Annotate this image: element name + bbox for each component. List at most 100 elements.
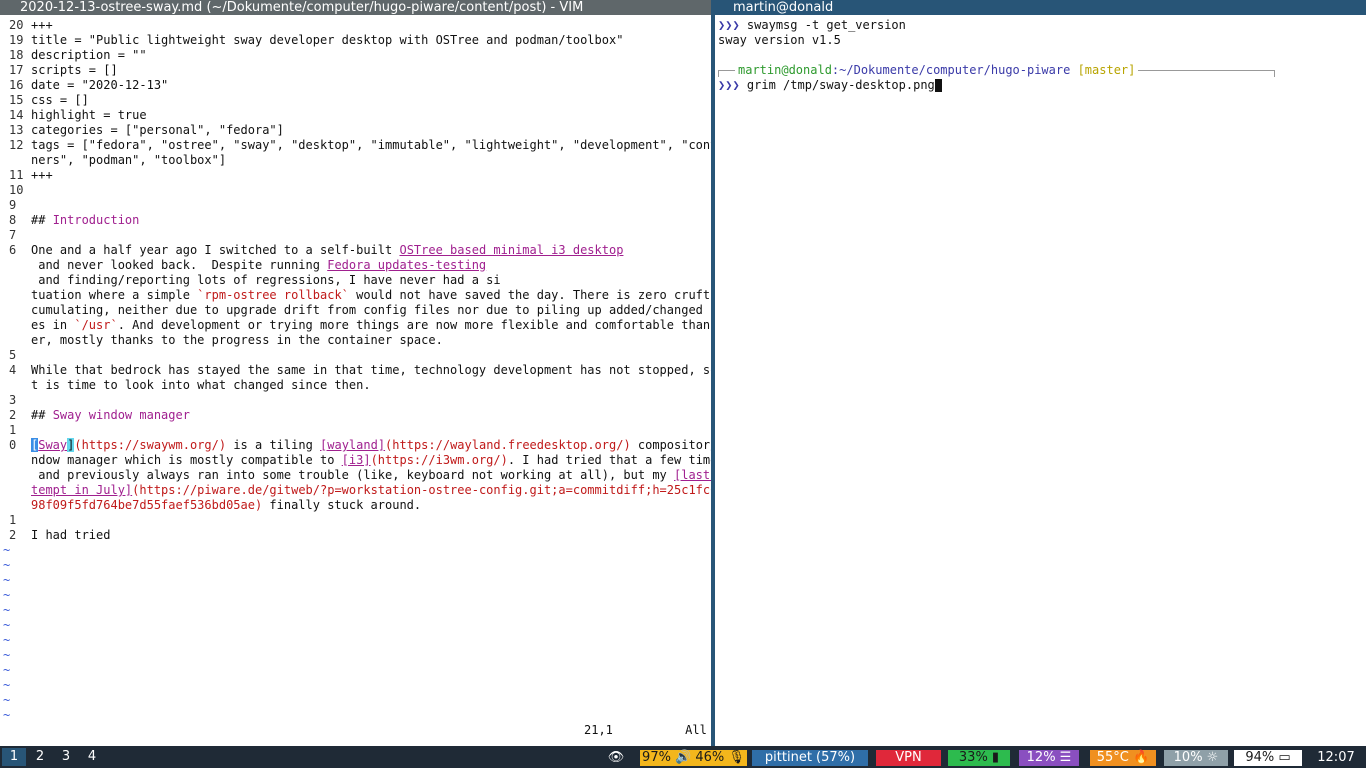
line-text: One and a half year ago I switched to a … (31, 243, 400, 257)
vim-line[interactable]: and never looked back. Despite running F… (0, 258, 486, 273)
terminal-output: sway version v1.5 (718, 33, 841, 47)
display-status-block[interactable]: 94% ▭ (1234, 750, 1302, 766)
line-number: 11 (9, 168, 24, 182)
vim-line[interactable]: 2 I had tried (0, 528, 110, 543)
line-number: 14 (9, 108, 24, 122)
vim-line[interactable]: 98f09f5fd764be7d55faef536bd05ae) finally… (0, 498, 421, 513)
line-text: would not have saved the day. There is z… (348, 288, 711, 302)
workspace-button-3[interactable]: 3 (54, 748, 78, 766)
line-text: title = "Public lightweight sway develop… (31, 33, 624, 47)
status-bar: 1234 👁 97% 🔊 46% 🎙 pittinet (57%) VPN 33% ▮… (0, 746, 1366, 768)
line-text: es in (31, 318, 75, 332)
terminal-window[interactable]: ❯❯❯ swaymsg -t get_version sway version … (713, 15, 1366, 746)
line-number: 18 (9, 48, 24, 62)
vim-line[interactable]: 1 (0, 423, 31, 438)
vim-line[interactable]: 4 While that bedrock has stayed the same … (0, 363, 711, 378)
vim-line[interactable]: 7 (0, 228, 31, 243)
vim-line[interactable]: ndow manager which is mostly compatible … (0, 453, 711, 468)
vim-line[interactable]: 19 title = "Public lightweight sway devel… (0, 33, 623, 48)
vim-line[interactable]: 16 date = "2020-12-13" (0, 78, 168, 93)
vim-line[interactable]: tempt in July](https://piware.de/gitweb/… (0, 483, 711, 498)
eye-status-block[interactable]: 👁 (604, 750, 628, 766)
line-text: (https://piware.de/gitweb/?p=workstation… (132, 483, 711, 497)
line-text: Sway window manager (52, 408, 190, 422)
line-text: OSTree based minimal i3 desktop (399, 243, 624, 257)
vim-line[interactable]: 14 highlight = true (0, 108, 147, 123)
line-text: ## (31, 213, 53, 227)
workspace-button-4[interactable]: 4 (80, 748, 104, 766)
brightness-status-block[interactable]: 10% ☼ (1164, 750, 1228, 766)
vim-line[interactable]: 18 description = "" (0, 48, 147, 63)
terminal-window-title[interactable]: martin@donald (713, 0, 1366, 15)
vim-line[interactable]: 1 (0, 513, 31, 528)
vim-line[interactable]: 13 categories = ["personal", "fedora"] (0, 123, 284, 138)
vim-line[interactable]: cumulating, neither due to upgrade drift… (0, 303, 711, 318)
line-text: I had tried (31, 528, 111, 542)
terminal-command: swaymsg -t get_version (746, 18, 906, 32)
line-text: Introduction (52, 213, 140, 227)
vim-tilde: ~ (3, 588, 11, 602)
line-text: While that bedrock has stayed the same i… (31, 363, 711, 377)
line-number: 2 (9, 408, 17, 422)
vim-line[interactable]: es in `/usr`. And development or trying … (0, 318, 711, 333)
line-text: `rpm-ostree rollback` (197, 288, 349, 302)
vim-line[interactable]: 6 One and a half year ago I switched to a… (0, 243, 623, 258)
vim-line[interactable]: 20 +++ (0, 18, 53, 33)
line-text: ners", "podman", "toolbox"] (31, 153, 227, 167)
vim-line[interactable]: 2 ## Sway window manager (0, 408, 190, 423)
vim-line[interactable]: 10 (0, 183, 31, 198)
vim-line[interactable]: 17 scripts = [] (0, 63, 118, 78)
clock-status-block[interactable]: 12:07 (1308, 750, 1364, 766)
line-number: 13 (9, 123, 24, 137)
battery-status-block[interactable]: 33% ▮ (948, 750, 1010, 766)
line-number: 0 (9, 438, 17, 452)
vim-line[interactable]: tuation where a simple `rpm-ostree rollb… (0, 288, 711, 303)
line-text: tuation where a simple (31, 288, 198, 302)
vim-line[interactable]: 5 (0, 348, 31, 363)
line-text: [last at (674, 468, 711, 482)
wifi-status-block[interactable]: pittinet (57%) (752, 750, 868, 766)
line-text: tags = ["fedora", "ostree", "sway", "des… (31, 138, 711, 152)
terminal-command-input[interactable]: grim /tmp/sway-desktop.png (747, 78, 935, 92)
vim-line[interactable]: 3 (0, 393, 31, 408)
cpu-status-block[interactable]: 12% ☰ (1019, 750, 1079, 766)
line-text: highlight = true (31, 108, 147, 122)
line-text: +++ (31, 18, 53, 32)
prompt-path: :~/Dokumente/computer/hugo-piware (831, 63, 1071, 77)
prompt-arrows: ❯❯❯ (718, 78, 740, 92)
vim-tilde: ~ (3, 558, 11, 572)
line-text: ## (31, 408, 53, 422)
workspace-button-1[interactable]: 1 (2, 748, 26, 766)
workspace-button-2[interactable]: 2 (28, 748, 52, 766)
line-text: and previously always ran into some trou… (31, 468, 674, 482)
vim-tilde: ~ (3, 603, 11, 617)
terminal-input-line[interactable]: ❯❯❯ grim /tmp/sway-desktop.png (718, 78, 942, 93)
vim-line[interactable]: 9 (0, 198, 31, 213)
line-number: 4 (9, 363, 17, 377)
line-text: Fedora updates-testing (327, 258, 487, 272)
vpn-status-block[interactable]: VPN (876, 750, 941, 766)
line-text: css = [] (31, 93, 89, 107)
vim-line[interactable]: 0 [Sway](https://swaywm.org/) is a tiling… (0, 438, 711, 453)
line-number: 12 (9, 138, 24, 152)
volume-status-block[interactable]: 97% 🔊 46% 🎙 (640, 750, 747, 766)
prompt-arrows: ❯❯❯ (718, 18, 740, 32)
vim-line[interactable]: and previously always ran into some trou… (0, 468, 711, 483)
vim-line[interactable]: and finding/reporting lots of regression… (0, 273, 501, 288)
vim-window-title[interactable]: 2020-12-13-ostree-sway.md (~/Dokumente/c… (0, 0, 711, 15)
vim-line[interactable]: 12 tags = ["fedora", "ostree", "sway", "d… (0, 138, 711, 153)
temp-status-block[interactable]: 55°C 🔥 (1090, 750, 1156, 766)
vim-editor-window[interactable]: 20 +++ 19 title = "Public lightweight sway … (0, 15, 711, 746)
vim-line[interactable]: t is time to look into what changed sinc… (0, 378, 371, 393)
line-text: +++ (31, 168, 53, 182)
vim-tilde: ~ (3, 708, 11, 722)
vim-line[interactable]: 8 ## Introduction (0, 213, 139, 228)
vim-line[interactable]: er, mostly thanks to the progress in the… (0, 333, 443, 348)
vim-tilde: ~ (3, 663, 11, 677)
vim-line[interactable]: 11 +++ (0, 168, 53, 183)
vim-line[interactable]: ners", "podman", "toolbox"] (0, 153, 226, 168)
line-text: and finding/reporting lots of regression… (31, 273, 501, 287)
vim-line[interactable]: 15 css = [] (0, 93, 89, 108)
terminal-line: ❯❯❯ swaymsg -t get_version (718, 18, 906, 33)
prompt-git-branch: [master] (1077, 63, 1136, 77)
